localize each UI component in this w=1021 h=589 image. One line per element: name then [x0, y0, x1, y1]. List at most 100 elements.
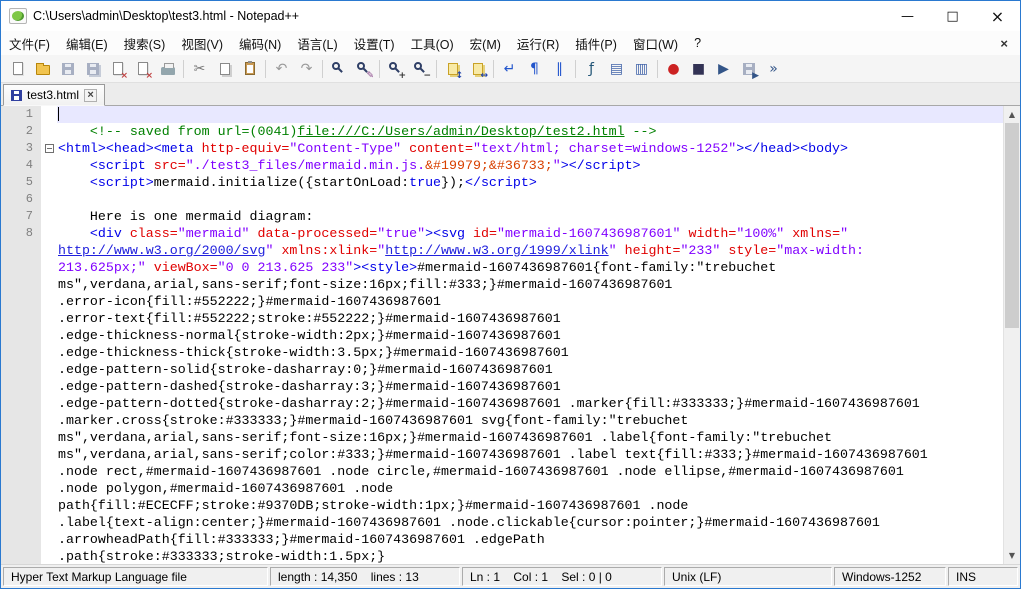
- menubar-close-button[interactable]: ×: [988, 36, 1020, 51]
- code-line[interactable]: .error-icon{fill:#552222;}#mermaid-16074…: [1, 293, 1003, 310]
- sync-horizontal-scroll-button[interactable]: ↔: [465, 57, 490, 81]
- zoom-out-button[interactable]: −: [408, 57, 433, 81]
- menu-item-language[interactable]: 语言(L): [289, 31, 345, 55]
- vertical-scrollbar[interactable]: ▲ ▼: [1003, 106, 1020, 564]
- close-button[interactable]: ×: [975, 1, 1020, 31]
- fold-margin: [41, 344, 57, 361]
- menu-item-help[interactable]: ?: [686, 31, 709, 55]
- cut-button[interactable]: ✂: [187, 57, 212, 81]
- replace-button[interactable]: ✎: [351, 57, 376, 81]
- start-recording-button[interactable]: ●: [661, 57, 686, 81]
- code-line[interactable]: 8 <div class="mermaid" data-processed="t…: [1, 225, 1003, 242]
- save-all-button[interactable]: [80, 57, 105, 81]
- undo-icon: ↶: [275, 60, 288, 77]
- code-line[interactable]: .edge-pattern-dashed{stroke-dasharray:3;…: [1, 378, 1003, 395]
- code-line[interactable]: 5 <script>mermaid.initialize({startOnLoa…: [1, 174, 1003, 191]
- sync-vertical-scroll-button[interactable]: ↕: [440, 57, 465, 81]
- toolbar-separator: [183, 59, 184, 78]
- fold-margin: [41, 395, 57, 412]
- show-indent-guide-button[interactable]: ∥: [547, 57, 572, 81]
- code-text: .error-text{fill:#552222;stroke:#552222;…: [58, 311, 561, 326]
- menu-item-plugins[interactable]: 插件(P): [567, 31, 625, 55]
- save-macro-button[interactable]: ▶: [736, 57, 761, 81]
- editor[interactable]: 12 <!-- saved from url=(0041)file:///C:/…: [1, 106, 1020, 564]
- run-macro-multiple-button[interactable]: »: [761, 57, 786, 81]
- menu-item-file[interactable]: 文件(F): [1, 31, 58, 55]
- fold-collapse-icon[interactable]: [44, 144, 54, 153]
- code-line[interactable]: .node rect,#mermaid-1607436987601 .node …: [1, 463, 1003, 480]
- menu-item-encoding[interactable]: 编码(N): [231, 31, 289, 55]
- code-line[interactable]: 213.625px;" viewBox="0 0 213.625 233"><s…: [1, 259, 1003, 276]
- code-line[interactable]: .path{stroke:#333333;stroke-width:1.5px;…: [1, 548, 1003, 564]
- code-line[interactable]: .edge-thickness-normal{stroke-width:2px;…: [1, 327, 1003, 344]
- minimize-button[interactable]: —: [885, 1, 930, 31]
- code-line[interactable]: .arrowheadPath{fill:#333333;}#mermaid-16…: [1, 531, 1003, 548]
- fold-margin: [41, 242, 57, 259]
- code-line[interactable]: .error-text{fill:#552222;stroke:#552222;…: [1, 310, 1003, 327]
- menu-item-edit[interactable]: 编辑(E): [58, 31, 116, 55]
- code-text: .label{text-align:center;}#mermaid-16074…: [58, 515, 880, 530]
- close-all-button[interactable]: ×: [130, 57, 155, 81]
- print-button[interactable]: [155, 57, 180, 81]
- scroll-up-button[interactable]: ▲: [1004, 106, 1020, 123]
- find-icon: [331, 61, 340, 70]
- menu-item-settings[interactable]: 设置(T): [346, 31, 403, 55]
- show-all-characters-button[interactable]: ¶: [522, 57, 547, 81]
- sync-horizontal-scroll-overlay-glyph: ↔: [480, 70, 488, 81]
- paste-button[interactable]: [237, 57, 262, 81]
- playback-macro-button[interactable]: ▶: [711, 57, 736, 81]
- scrollbar-thumb[interactable]: [1005, 123, 1019, 328]
- new-file-button[interactable]: [5, 57, 30, 81]
- menu-item-search[interactable]: 搜索(S): [116, 31, 174, 55]
- code-line[interactable]: http://www.w3.org/2000/svg" xmlns:xlink=…: [1, 242, 1003, 259]
- open-file-button[interactable]: [30, 57, 55, 81]
- tab-close-icon[interactable]: ×: [84, 88, 98, 102]
- code-line[interactable]: 1: [1, 106, 1003, 123]
- menu-item-view[interactable]: 视图(V): [173, 31, 231, 55]
- zoom-in-button[interactable]: +: [383, 57, 408, 81]
- menu-item-run[interactable]: 运行(R): [509, 31, 567, 55]
- function-list-button[interactable]: ƒ: [579, 57, 604, 81]
- code-line[interactable]: 3 <html><head><meta http-equiv="Content-T…: [1, 140, 1003, 157]
- fold-marker[interactable]: [41, 140, 57, 157]
- menu-item-macro[interactable]: 宏(M): [462, 31, 509, 55]
- code-line[interactable]: .label{text-align:center;}#mermaid-16074…: [1, 514, 1003, 531]
- code-line[interactable]: .edge-thickness-thick{stroke-width:3.5px…: [1, 344, 1003, 361]
- code-line[interactable]: 2 <!-- saved from url=(0041)file:///C:/U…: [1, 123, 1003, 140]
- menu-item-tools[interactable]: 工具(O): [403, 31, 462, 55]
- code-line[interactable]: .node polygon,#mermaid-1607436987601 .no…: [1, 480, 1003, 497]
- tab-test3-html[interactable]: test3.html ×: [3, 84, 106, 106]
- code-line[interactable]: .edge-pattern-dotted{stroke-dasharray:2;…: [1, 395, 1003, 412]
- stop-recording-button[interactable]: ■: [686, 57, 711, 81]
- fold-margin: [41, 293, 57, 310]
- maximize-button[interactable]: □: [930, 1, 975, 31]
- code-line[interactable]: 4 <script src="./test3_files/mermaid.min…: [1, 157, 1003, 174]
- statusbar-insert-mode: INS: [948, 567, 1018, 586]
- code-line[interactable]: path{fill:#ECECFF;stroke:#9370DB;stroke-…: [1, 497, 1003, 514]
- code-line[interactable]: 6: [1, 191, 1003, 208]
- code-line[interactable]: 7 Here is one mermaid diagram:: [1, 208, 1003, 225]
- scroll-down-button[interactable]: ▼: [1004, 547, 1020, 564]
- find-button[interactable]: [326, 57, 351, 81]
- copy-icon: [219, 62, 230, 75]
- code-line[interactable]: ms",verdana,arial,sans-serif;font-size:1…: [1, 276, 1003, 293]
- undo-button[interactable]: ↶: [269, 57, 294, 81]
- close-file-button[interactable]: ×: [105, 57, 130, 81]
- menu-item-window[interactable]: 窗口(W): [625, 31, 686, 55]
- code-text: .edge-pattern-solid{stroke-dasharray:0;}…: [58, 362, 553, 377]
- word-wrap-button[interactable]: ↵: [497, 57, 522, 81]
- document-map-button[interactable]: ▤: [604, 57, 629, 81]
- saved-file-icon: [11, 89, 22, 101]
- code-text: ms",verdana,arial,sans-serif;font-size:1…: [58, 277, 673, 292]
- code-line[interactable]: ms",verdana,arial,sans-serif;color:#333;…: [1, 446, 1003, 463]
- code-line[interactable]: .marker.cross{stroke:#333333;}#mermaid-1…: [1, 412, 1003, 429]
- code-line[interactable]: .edge-pattern-solid{stroke-dasharray:0;}…: [1, 361, 1003, 378]
- copy-button[interactable]: [212, 57, 237, 81]
- save-file-button[interactable]: [55, 57, 80, 81]
- redo-button[interactable]: ↷: [294, 57, 319, 81]
- minimize-icon: —: [901, 8, 914, 24]
- document-list-button[interactable]: ▥: [629, 57, 654, 81]
- code-text: <div class="mermaid" data-processed="tru…: [89, 226, 849, 241]
- code-line[interactable]: ms",verdana,arial,sans-serif;font-size:1…: [1, 429, 1003, 446]
